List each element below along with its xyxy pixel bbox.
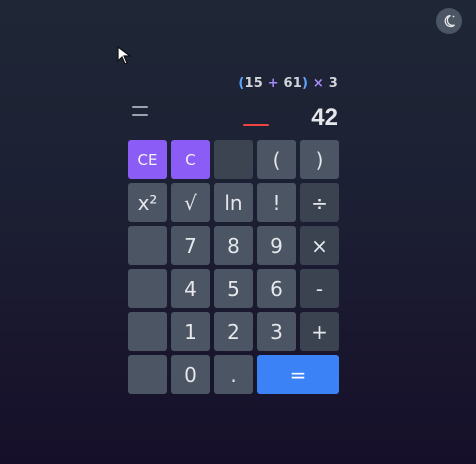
- digit-2-button[interactable]: 2: [214, 312, 253, 351]
- blank-key[interactable]: [128, 355, 167, 394]
- expr-operand-c: 3: [328, 76, 338, 91]
- blank-key[interactable]: [128, 226, 167, 265]
- minus-button[interactable]: -: [300, 269, 339, 308]
- expr-close-paren: ): [302, 76, 309, 91]
- digit-9-button[interactable]: 9: [257, 226, 296, 265]
- expression-display: (15 + 61) × 3: [238, 76, 338, 91]
- digit-7-button[interactable]: 7: [171, 226, 210, 265]
- digit-5-button[interactable]: 5: [214, 269, 253, 308]
- factorial-button[interactable]: !: [257, 183, 296, 222]
- digit-1-button[interactable]: 1: [171, 312, 210, 351]
- blank-key[interactable]: [128, 312, 167, 351]
- digit-4-button[interactable]: 4: [171, 269, 210, 308]
- blank-key[interactable]: [128, 269, 167, 308]
- expr-times: ×: [312, 76, 325, 91]
- mouse-cursor-icon: [117, 46, 132, 65]
- theme-toggle-button[interactable]: [436, 8, 462, 34]
- error-indicator: [243, 124, 269, 126]
- ln-button[interactable]: ln: [214, 183, 253, 222]
- expr-operand-b: 61: [283, 76, 303, 91]
- digit-8-button[interactable]: 8: [214, 226, 253, 265]
- sqrt-button[interactable]: √: [171, 183, 210, 222]
- close-paren-button[interactable]: ): [300, 140, 339, 179]
- open-paren-button[interactable]: (: [257, 140, 296, 179]
- divide-button[interactable]: ÷: [300, 183, 339, 222]
- digit-6-button[interactable]: 6: [257, 269, 296, 308]
- equals-icon[interactable]: [132, 106, 148, 118]
- clear-entry-button[interactable]: CE: [128, 140, 167, 179]
- result-display: 42: [311, 104, 338, 131]
- keypad: CE C ( ) x² √ ln ! ÷ 7 8 9 × 4 5 6 - 1 2…: [128, 140, 339, 394]
- digit-0-button[interactable]: 0: [171, 355, 210, 394]
- digit-3-button[interactable]: 3: [257, 312, 296, 351]
- moon-sun-icon: [444, 14, 455, 28]
- expr-plus: +: [267, 76, 279, 91]
- blank-key[interactable]: [214, 140, 253, 179]
- square-button[interactable]: x²: [128, 183, 167, 222]
- multiply-button[interactable]: ×: [300, 226, 339, 265]
- equals-button[interactable]: =: [257, 355, 339, 394]
- decimal-button[interactable]: .: [214, 355, 253, 394]
- expr-operand-a: 15: [244, 76, 263, 91]
- clear-button[interactable]: C: [171, 140, 210, 179]
- plus-button[interactable]: +: [300, 312, 339, 351]
